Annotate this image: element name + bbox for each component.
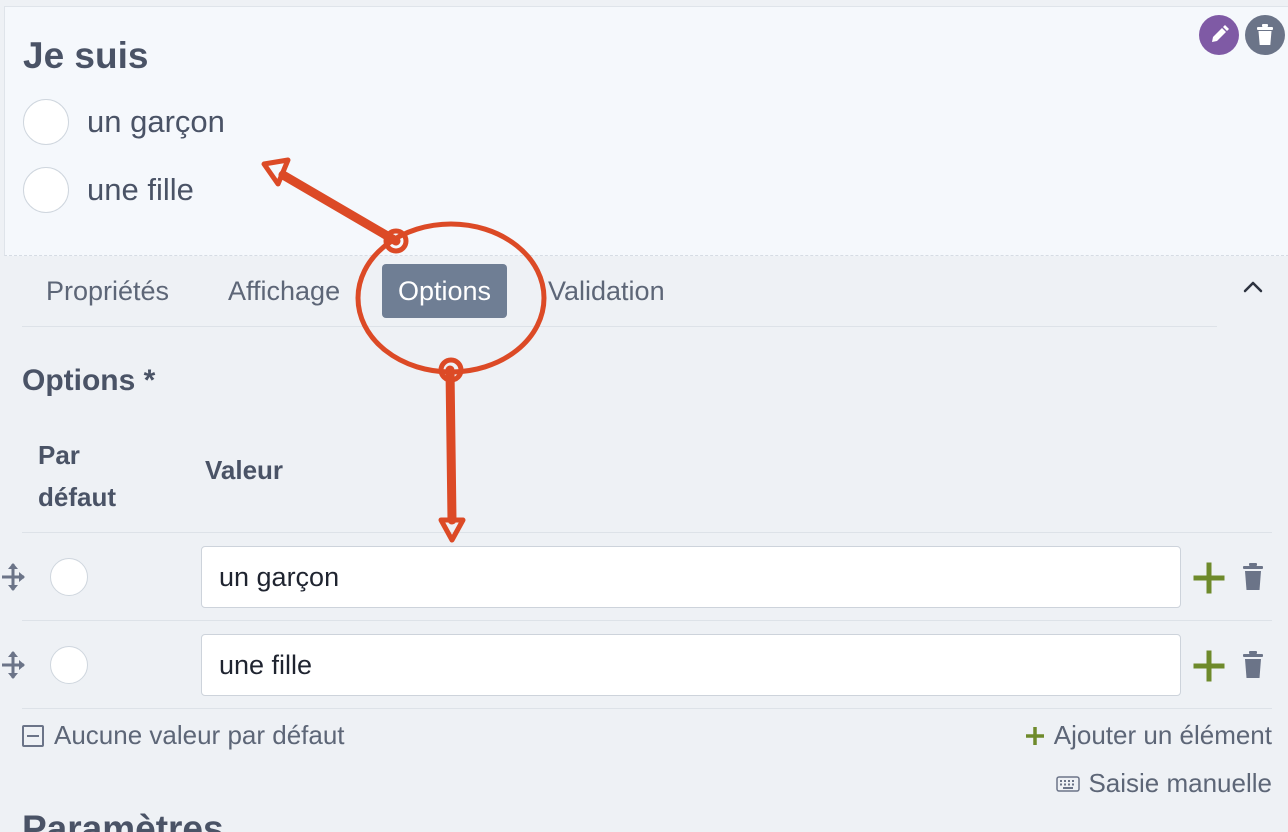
annotation-dot — [438, 357, 464, 383]
edit-button[interactable] — [1199, 15, 1239, 55]
plus-icon[interactable] — [1193, 562, 1225, 594]
preview-radio[interactable] — [23, 99, 69, 145]
default-radio[interactable] — [50, 558, 88, 596]
option-value-input[interactable] — [201, 634, 1181, 696]
no-default-label: Aucune valeur par défaut — [54, 720, 345, 750]
options-section-title: Options * — [22, 364, 156, 397]
column-header-default: Par défaut — [38, 440, 116, 512]
manual-entry-label: Saisie manuelle — [1088, 768, 1272, 798]
pencil-icon — [1212, 25, 1229, 42]
drag-handle-icon[interactable] — [0, 650, 26, 680]
tab-affichage[interactable]: Affichage — [228, 264, 340, 318]
plus-icon[interactable] — [1193, 650, 1225, 682]
add-element-button[interactable]: Ajouter un élément — [1024, 720, 1272, 751]
default-radio[interactable] — [50, 646, 88, 684]
no-default-toggle[interactable]: Aucune valeur par défaut — [22, 720, 345, 751]
trash-icon — [1257, 24, 1273, 45]
preview-option[interactable]: une fille — [23, 167, 194, 213]
trash-icon[interactable] — [1242, 651, 1264, 679]
option-row — [0, 546, 1288, 608]
drag-handle-icon[interactable] — [0, 562, 26, 592]
row-divider — [22, 532, 1272, 533]
column-header-value: Valeur — [205, 455, 284, 485]
parameters-section-title: Paramètres — [22, 808, 224, 832]
preview-option-label: une fille — [87, 172, 194, 207]
settings-tabs: Propriétés Affichage Options Validation — [22, 262, 1217, 327]
manual-entry-button[interactable]: Saisie manuelle — [1056, 768, 1272, 799]
trash-icon[interactable] — [1242, 563, 1264, 591]
plus-icon — [1025, 726, 1044, 745]
question-preview[interactable]: Je suis un garçon une fille — [4, 6, 1288, 256]
form-builder-frame: Je suis un garçon une fille Propriétés A… — [0, 0, 1288, 832]
tab-validation[interactable]: Validation — [548, 264, 665, 318]
row-divider — [22, 620, 1272, 621]
preview-option-label: un garçon — [87, 104, 225, 139]
annotation-arrowhead-down — [438, 517, 466, 543]
question-actions — [1199, 15, 1285, 55]
tab-options[interactable]: Options — [382, 264, 508, 318]
row-divider — [22, 708, 1272, 709]
add-element-label: Ajouter un élément — [1053, 720, 1272, 750]
annotation-arrow-down — [445, 365, 457, 525]
minus-square-icon — [22, 724, 44, 747]
keyboard-icon — [1056, 775, 1081, 792]
delete-button[interactable] — [1245, 15, 1285, 55]
option-value-input[interactable] — [201, 546, 1181, 608]
tab-proprietes[interactable]: Propriétés — [46, 264, 169, 318]
option-row — [0, 634, 1288, 696]
preview-radio[interactable] — [23, 167, 69, 213]
question-title: Je suis — [23, 35, 149, 76]
preview-option[interactable]: un garçon — [23, 99, 225, 145]
chevron-up-icon[interactable] — [1238, 276, 1268, 296]
